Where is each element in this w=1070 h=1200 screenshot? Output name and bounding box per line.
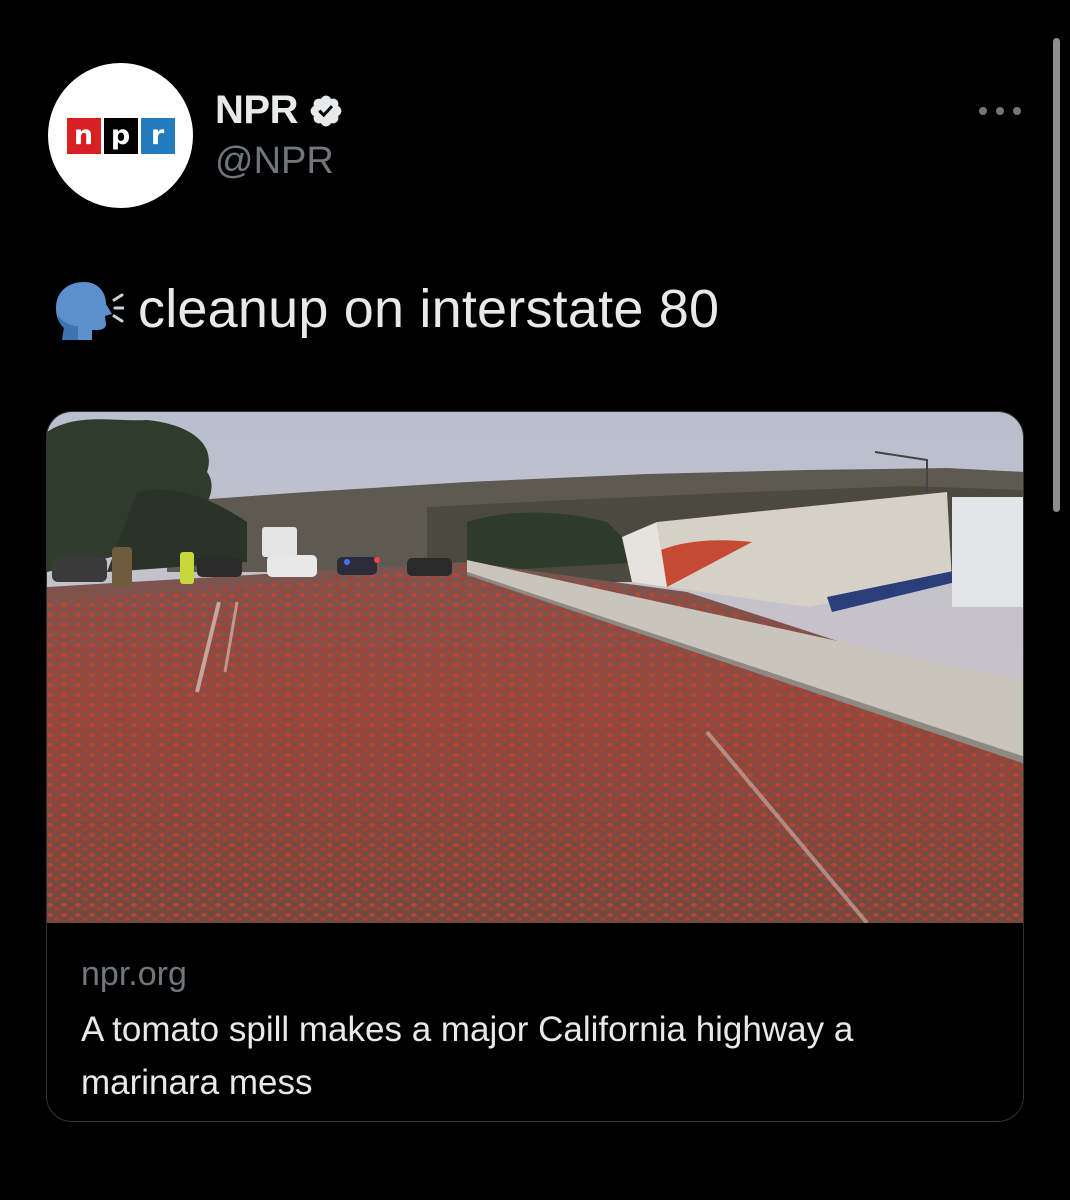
npr-logo: n p r — [66, 117, 175, 154]
card-image-tomato-spill — [47, 412, 1023, 923]
more-dot-icon — [979, 107, 987, 115]
tweet-body-text: cleanup on interstate 80 — [138, 279, 720, 339]
npr-logo-letter-r: r — [140, 117, 175, 154]
tweet-text: cleanup on interstate 80 — [48, 278, 719, 340]
avatar[interactable]: n p r — [48, 63, 193, 208]
verified-badge-icon — [310, 95, 342, 126]
card-title: A tomato spill makes a major California … — [81, 1010, 854, 1102]
card-domain: npr.org — [81, 955, 187, 993]
npr-logo-letter-p: p — [103, 117, 138, 154]
tweet-view: n p r NPR @NPR cleanup on interstate 80 — [0, 0, 1070, 1200]
link-preview-card[interactable]: npr.org A tomato spill makes a major Cal… — [46, 411, 1024, 1122]
author-name-row: NPR — [215, 88, 344, 133]
more-dot-icon — [996, 107, 1004, 115]
author-handle[interactable]: @NPR — [215, 140, 334, 183]
more-dot-icon — [1013, 107, 1021, 115]
speaking-head-icon — [56, 282, 124, 340]
author-display-name[interactable]: NPR — [215, 88, 298, 133]
card-footer: npr.org A tomato spill makes a major Cal… — [47, 923, 1023, 1121]
npr-logo-letter-n: n — [66, 117, 101, 154]
scrollbar[interactable] — [1053, 38, 1060, 512]
more-options-button[interactable] — [975, 96, 1025, 126]
